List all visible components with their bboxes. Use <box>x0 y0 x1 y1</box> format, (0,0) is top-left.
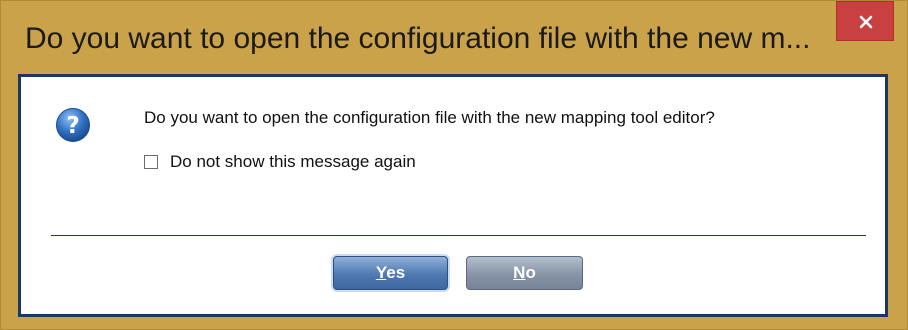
no-button[interactable]: No <box>466 256 583 290</box>
dont-show-again-label: Do not show this message again <box>170 152 416 171</box>
dialog-window: Do you want to open the configuration fi… <box>0 0 908 330</box>
button-divider <box>51 235 866 236</box>
dont-show-again-option[interactable]: Do not show this message again <box>144 151 416 173</box>
dialog-message: Do you want to open the configuration fi… <box>144 108 715 127</box>
yes-button[interactable]: Yes <box>333 256 448 290</box>
dont-show-again-checkbox[interactable] <box>144 155 158 169</box>
no-label-rest: o <box>525 263 536 282</box>
title-bar[interactable]: Do you want to open the configuration fi… <box>1 1 907 75</box>
window-title: Do you want to open the configuration fi… <box>25 22 811 55</box>
dialog-body: ? Do you want to open the configuration … <box>18 74 888 317</box>
close-icon <box>859 15 873 29</box>
question-icon: ? <box>56 108 90 142</box>
yes-label-rest: es <box>386 263 406 282</box>
yes-mnemonic: Y <box>375 263 387 282</box>
svg-text:?: ? <box>66 113 79 139</box>
no-mnemonic: N <box>513 263 526 282</box>
close-button[interactable] <box>836 1 894 41</box>
